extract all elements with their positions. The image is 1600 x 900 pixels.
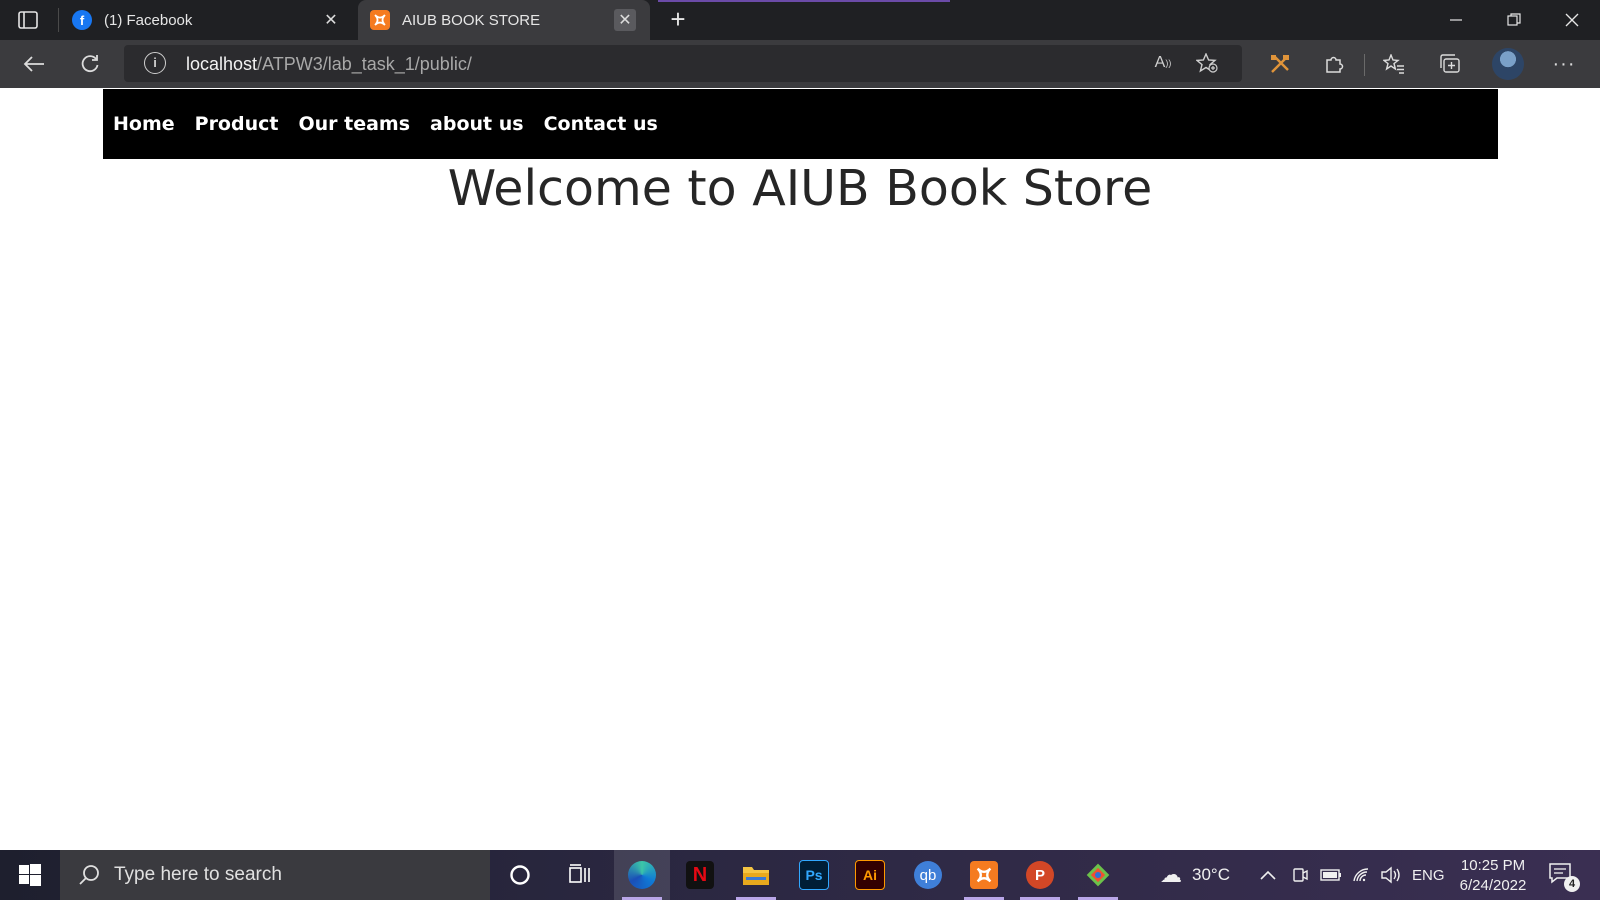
extensions-icon[interactable] (1316, 48, 1352, 80)
tab-divider (58, 8, 59, 32)
weather-temperature: 30°C (1192, 865, 1230, 884)
address-bar[interactable]: i localhost/ATPW3/lab_task_1/public/ A)) (124, 45, 1242, 82)
read-aloud-icon[interactable]: A)) (1148, 51, 1178, 75)
windows-taskbar: Type here to search N Ps Ai qb P ☁ 30°C … (0, 850, 1600, 900)
taskbar-search-input[interactable]: Type here to search (60, 850, 490, 900)
more-options-icon[interactable]: ··· (1546, 48, 1582, 80)
add-favorite-icon[interactable] (1192, 51, 1222, 75)
notification-count-badge: 4 (1564, 876, 1580, 892)
git-icon[interactable] (1070, 850, 1126, 900)
edge-icon[interactable] (614, 850, 670, 900)
nav-link-contact-us[interactable]: Contact us (544, 113, 658, 135)
volume-icon[interactable] (1380, 850, 1402, 900)
tools-extension-icon[interactable] (1262, 48, 1298, 80)
refresh-icon[interactable] (72, 48, 108, 80)
minimize-icon[interactable] (1428, 0, 1484, 40)
search-icon (79, 865, 99, 885)
back-arrow-icon[interactable] (16, 48, 52, 80)
favorites-icon[interactable] (1376, 48, 1412, 80)
notification-center-icon[interactable]: 4 (1548, 862, 1580, 892)
page-heading: Welcome to AIUB Book Store (447, 160, 1153, 217)
site-navbar: Home Product Our teams about us Contact … (103, 89, 1498, 159)
nav-link-our-teams[interactable]: Our teams (298, 113, 410, 135)
url-text[interactable]: localhost/ATPW3/lab_task_1/public/ (186, 54, 472, 75)
clock-date: 6/24/2022 (1459, 877, 1527, 894)
tab-loading-indicator (658, 0, 950, 2)
weather-cloudy-moon-icon: ☁ (1160, 862, 1182, 887)
powerpoint-icon[interactable]: P (1012, 850, 1068, 900)
close-icon[interactable]: ✕ (320, 9, 342, 31)
file-explorer-icon[interactable] (728, 850, 784, 900)
facebook-icon: f (72, 10, 92, 30)
restore-icon[interactable] (1486, 0, 1542, 40)
task-view-icon[interactable] (552, 850, 608, 900)
show-hidden-icons-icon[interactable] (1260, 850, 1276, 900)
illustrator-icon[interactable]: Ai (842, 850, 898, 900)
nav-link-home[interactable]: Home (113, 113, 175, 135)
tab-facebook[interactable]: f (1) Facebook ✕ (60, 0, 356, 40)
close-window-icon[interactable] (1544, 0, 1600, 40)
toolbar-separator (1364, 54, 1365, 76)
photoshop-icon[interactable]: Ps (786, 850, 842, 900)
tab-aiub-book-store[interactable]: AIUB BOOK STORE ✕ (358, 0, 650, 40)
close-icon[interactable]: ✕ (614, 9, 636, 31)
meet-now-icon[interactable] (1292, 850, 1308, 900)
browser-toolbar: i localhost/ATPW3/lab_task_1/public/ A))… (0, 40, 1600, 88)
browser-tab-strip: f (1) Facebook ✕ AIUB BOOK STORE ✕ + (0, 0, 1600, 40)
wifi-icon[interactable] (1352, 850, 1372, 900)
info-icon[interactable]: i (144, 52, 166, 74)
xampp-icon (370, 10, 390, 30)
windows-start-icon[interactable] (0, 850, 60, 900)
tab-title: AIUB BOOK STORE (402, 11, 541, 29)
clock-time: 10:25 PM (1460, 857, 1526, 874)
xampp-icon[interactable] (956, 850, 1012, 900)
netflix-icon[interactable]: N (672, 850, 728, 900)
nav-link-about-us[interactable]: about us (430, 113, 524, 135)
search-placeholder: Type here to search (114, 864, 282, 885)
qbittorrent-icon[interactable]: qb (900, 850, 956, 900)
weather-widget[interactable]: ☁ 30°C (1160, 850, 1230, 900)
cortana-icon[interactable] (492, 850, 548, 900)
system-clock[interactable]: 10:25 PM 6/24/2022 (1448, 856, 1538, 896)
collections-icon[interactable] (1432, 48, 1468, 80)
battery-icon[interactable] (1320, 850, 1342, 900)
profile-avatar[interactable] (1492, 48, 1524, 80)
tab-title: (1) Facebook (104, 11, 193, 29)
language-indicator[interactable]: ENG (1412, 850, 1445, 900)
tab-actions-icon[interactable] (14, 8, 42, 32)
new-tab-icon[interactable]: + (664, 6, 692, 34)
nav-link-product[interactable]: Product (195, 113, 279, 135)
